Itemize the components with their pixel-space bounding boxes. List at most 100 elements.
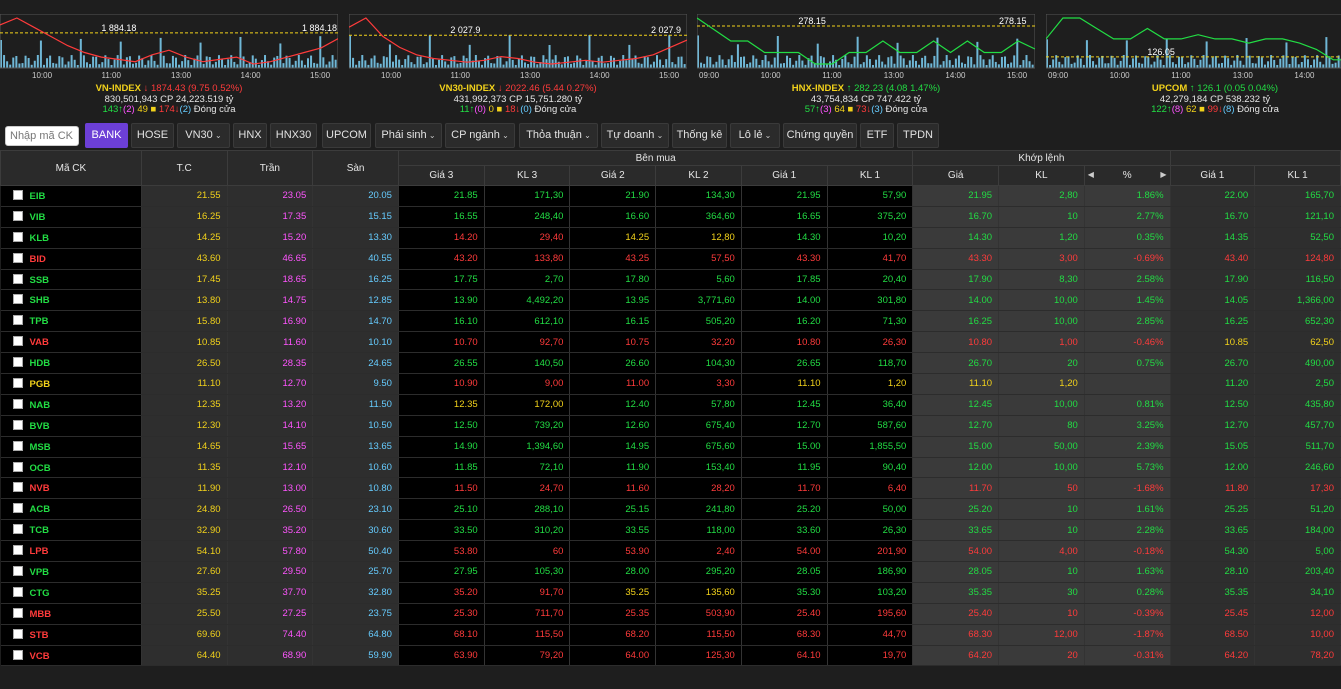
table-row[interactable]: TCB 32.90 35.20 30.60 33.50 310,20 33.55 118,00… [0,519,1341,542]
ticker-symbol[interactable]: STB [30,630,49,641]
toolbar-tab[interactable]: Phái sinh ⌄ [375,123,442,148]
ticker-symbol[interactable]: NVB [30,483,50,494]
subheader[interactable]: KL 3 [483,165,571,186]
scroll-right-icon[interactable]: ▶ [1160,170,1169,179]
toolbar-tab[interactable]: CP ngành ⌄ [445,123,515,148]
toolbar-tab[interactable]: Thỏa thuận ⌄ [519,123,598,148]
table-row[interactable]: NAB 12.35 13.20 11.50 12.35 172,00 12.40 57,80 1… [0,394,1341,416]
table-row[interactable]: STB 69.60 74.40 64.80 68.10 115,50 68.20 115,50… [0,624,1341,646]
table-row[interactable]: BID 43.60 46.65 40.55 43.20 133,80 43.25 57,50 4… [0,248,1341,270]
ticker-symbol[interactable]: KLB [30,233,50,244]
row-checkbox[interactable] [12,461,23,472]
table-row[interactable]: VPB 27.60 29.50 25.70 27.95 105,30 28.00 295,20… [0,561,1341,583]
scroll-left-icon[interactable]: ◀ [1085,170,1094,179]
table-row[interactable]: BVB 12.30 14.10 10.50 12.50 739,20 12.60 675,40… [0,415,1341,437]
ticker-symbol[interactable]: SSB [30,275,50,286]
row-checkbox[interactable] [12,419,23,430]
row-checkbox[interactable] [12,357,23,368]
table-row[interactable]: VCB 64.40 68.90 59.90 63.90 79,20 64.00 125,30 6… [0,645,1341,667]
ticker-symbol[interactable]: BVB [30,421,50,432]
search-input[interactable]: Nhập mã CK [5,126,79,146]
ticker-symbol[interactable]: EIB [30,191,46,202]
row-checkbox[interactable] [12,440,23,451]
ticker-symbol[interactable]: VPB [30,567,50,578]
table-row[interactable]: SHB 13.80 14.75 12.85 13.90 4,492,20 13.95 3,77… [0,289,1341,312]
table-row[interactable]: HDB 26.50 28.35 24.65 26.55 140,50 26.60 104,30… [0,352,1341,375]
table-row[interactable]: CTG 35.25 37.70 32.80 35.20 91,70 35.25 135,60 3… [0,582,1341,604]
row-checkbox[interactable] [12,524,23,535]
row-checkbox[interactable] [12,503,23,514]
ticker-symbol[interactable]: LPB [30,546,49,557]
row-checkbox[interactable] [12,336,23,347]
table-row[interactable]: VAB 10.85 11.60 10.10 10.70 92,70 10.75 32,20 10… [0,331,1341,354]
subheader[interactable]: KL 1 [826,165,914,186]
table-row[interactable]: EIB 21.55 23.05 20.05 21.85 171,30 21.90 134,30… [0,185,1341,207]
table-row[interactable]: TPB 15.80 16.90 14.70 16.10 612,10 16.15 505,20… [0,310,1341,333]
row-checkbox[interactable] [12,315,23,326]
toolbar-tab[interactable]: ETF [860,123,894,148]
toolbar-tab[interactable]: HNX [233,123,267,148]
row-checkbox[interactable] [12,545,23,556]
header-ceiling[interactable]: Trần [226,150,314,186]
subheader[interactable]: Giá 1 [1169,165,1256,186]
subheader[interactable]: Giá 2 [569,165,657,186]
row-checkbox[interactable] [12,377,23,388]
table-row[interactable]: KLB 14.25 15.20 13.30 14.20 29,40 14.25 12,80 14… [0,227,1341,249]
table-row[interactable]: ACB 24.80 26.50 23.10 25.10 288,10 25.15 241,80… [0,498,1341,521]
toolbar-tab[interactable]: TPDN [897,123,939,148]
ticker-symbol[interactable]: VIB [30,212,46,223]
ticker-symbol[interactable]: CTG [30,588,50,599]
table-row[interactable]: MBB 25.50 27.25 23.75 25.30 711,70 25.35 503,90… [0,603,1341,625]
ticker-symbol[interactable]: OCB [30,463,51,474]
row-checkbox[interactable] [12,482,23,493]
ticker-symbol[interactable]: BID [30,254,46,265]
ticker-symbol[interactable]: VCB [30,651,50,662]
header-floor[interactable]: Sàn [312,150,399,186]
ticker-symbol[interactable]: NAB [30,400,51,411]
toolbar-tab[interactable]: UPCOM [322,123,371,148]
table-row[interactable]: OCB 11.35 12.10 10.60 11.85 72,10 11.90 153,40 1… [0,457,1341,479]
table-row[interactable]: VIB 16.25 17.35 15.15 16.55 248,40 16.60 364,60… [0,206,1341,228]
subheader[interactable]: Giá [912,165,1000,186]
subheader[interactable]: Giá 1 [740,165,828,186]
table-row[interactable]: LPB 54.10 57.80 50.40 53.80 60 53.90 2,40 54.00 2… [0,540,1341,563]
toolbar-tab[interactable]: Thống kê [672,123,727,148]
table-row[interactable]: PGB 11.10 12.70 9.50 10.90 9,00 11.00 3,30 11.10… [0,373,1341,395]
row-checkbox[interactable] [12,398,23,409]
row-checkbox[interactable] [12,189,23,200]
row-checkbox[interactable] [12,649,23,660]
table-row[interactable]: MSB 14.65 15.65 13.65 14.90 1,394,60 14.95 675,… [0,436,1341,458]
row-checkbox[interactable] [12,210,23,221]
row-checkbox[interactable] [12,586,23,597]
subheader[interactable]: KL 1 [1254,165,1341,186]
row-checkbox[interactable] [12,607,23,618]
ticker-symbol[interactable]: HDB [30,358,51,369]
ticker-symbol[interactable]: MSB [30,442,51,453]
ticker-symbol[interactable]: VAB [30,337,49,348]
toolbar-tab[interactable]: HOSE [131,123,174,148]
table-row[interactable]: SSB 17.45 18.65 16.25 17.75 2,70 17.80 5,60 17.8… [0,269,1341,291]
toolbar-tab[interactable]: VN30 ⌄ [177,123,230,148]
ticker-symbol[interactable]: TPB [30,316,49,327]
subheader[interactable]: KL 2 [655,165,742,186]
toolbar-tab[interactable]: BANK [85,123,128,148]
ticker-symbol[interactable]: SHB [30,295,50,306]
header-ref[interactable]: T.C [140,150,228,186]
row-checkbox[interactable] [12,294,23,305]
subheader[interactable]: ◀% ▶ [1083,165,1171,186]
subheader[interactable]: KL [998,165,1085,186]
row-checkbox[interactable] [12,231,23,242]
table-row[interactable]: NVB 11.90 13.00 10.80 11.50 24,70 11.60 28,20 11… [0,477,1341,500]
ticker-symbol[interactable]: MBB [30,609,52,620]
toolbar-tab[interactable]: HNX30 [270,123,317,148]
row-checkbox[interactable] [12,565,23,576]
toolbar-tab[interactable]: Chứng quyền [783,123,857,148]
ticker-symbol[interactable]: ACB [30,504,51,515]
header-ticker[interactable]: Mã CK [0,150,142,186]
toolbar-tab[interactable]: Lô lẻ ⌄ [730,123,780,148]
row-checkbox[interactable] [12,252,23,263]
toolbar-tab[interactable]: Tự doanh ⌄ [601,123,669,148]
ticker-symbol[interactable]: PGB [30,379,51,390]
row-checkbox[interactable] [12,273,23,284]
subheader[interactable]: Giá 3 [397,165,485,186]
